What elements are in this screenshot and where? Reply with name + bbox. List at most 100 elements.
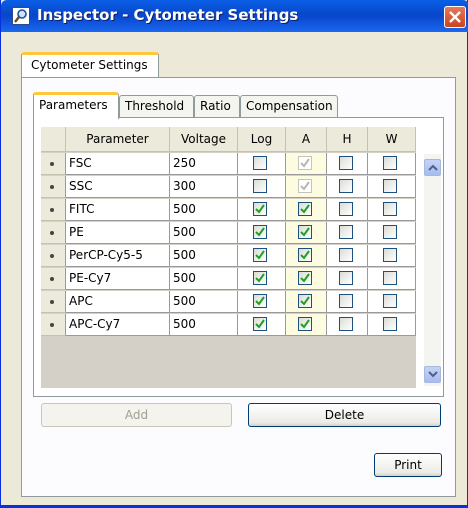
a-checkbox[interactable] [298, 317, 312, 331]
row-header[interactable] [41, 153, 66, 175]
row-bullet-icon [50, 300, 54, 304]
log-checkbox[interactable] [253, 248, 267, 262]
h-checkbox[interactable] [339, 179, 353, 193]
h-checkbox[interactable] [339, 271, 353, 285]
a-checkbox[interactable] [298, 179, 312, 193]
column-header-log[interactable]: Log [238, 127, 286, 152]
log-cell [238, 153, 286, 175]
row-bullet-icon [50, 185, 54, 189]
log-checkbox[interactable] [253, 202, 267, 216]
row-bullet-icon [50, 277, 54, 281]
scroll-down-button[interactable] [424, 366, 441, 383]
parameter-cell[interactable]: FITC [66, 199, 170, 221]
w-checkbox[interactable] [383, 202, 397, 216]
a-checkbox[interactable] [298, 248, 312, 262]
add-button[interactable]: Add [41, 403, 232, 427]
h-cell [327, 245, 368, 267]
scroll-up-button[interactable] [424, 159, 441, 176]
tab-threshold[interactable]: Threshold [119, 95, 194, 118]
tab-cytometer-settings-label: Cytometer Settings [31, 58, 148, 72]
w-cell [368, 245, 416, 267]
voltage-cell[interactable]: 500 [170, 268, 238, 290]
w-cell [368, 222, 416, 244]
a-cell [286, 176, 327, 198]
delete-button[interactable]: Delete [248, 403, 441, 427]
log-checkbox[interactable] [253, 271, 267, 285]
voltage-cell[interactable]: 500 [170, 222, 238, 244]
a-cell [286, 199, 327, 221]
print-button[interactable]: Print [374, 453, 442, 477]
log-checkbox[interactable] [253, 317, 267, 331]
a-checkbox[interactable] [298, 156, 312, 170]
title-bar[interactable]: Inspector - Cytometer Settings [1, 0, 468, 32]
w-checkbox[interactable] [383, 271, 397, 285]
tab-threshold-label: Threshold [125, 99, 185, 113]
h-cell [327, 199, 368, 221]
voltage-cell[interactable]: 300 [170, 176, 238, 198]
log-checkbox[interactable] [253, 294, 267, 308]
column-header-voltage[interactable]: Voltage [170, 127, 238, 152]
close-button[interactable] [444, 6, 466, 28]
tab-parameters[interactable]: Parameters [33, 92, 119, 119]
h-checkbox[interactable] [339, 225, 353, 239]
a-checkbox[interactable] [298, 271, 312, 285]
tab-compensation[interactable]: Compensation [240, 95, 338, 118]
parameter-cell[interactable]: APC-Cy7 [66, 314, 170, 336]
parameter-cell[interactable]: PerCP-Cy5-5 [66, 245, 170, 267]
row-header[interactable] [41, 268, 66, 290]
w-checkbox[interactable] [383, 317, 397, 331]
h-cell [327, 291, 368, 313]
row-header[interactable] [41, 245, 66, 267]
log-cell [238, 245, 286, 267]
column-header-w[interactable]: W [368, 127, 416, 152]
vertical-scrollbar[interactable] [424, 154, 441, 386]
column-header-parameter[interactable]: Parameter [66, 127, 170, 152]
tab-ratio[interactable]: Ratio [194, 95, 240, 118]
voltage-cell[interactable]: 500 [170, 199, 238, 221]
log-checkbox[interactable] [253, 156, 267, 170]
inspector-magnifier-icon [12, 7, 30, 25]
inspector-window: Inspector - Cytometer Settings Cytometer… [0, 0, 468, 508]
w-checkbox[interactable] [383, 294, 397, 308]
w-checkbox[interactable] [383, 248, 397, 262]
a-cell [286, 291, 327, 313]
a-checkbox[interactable] [298, 202, 312, 216]
h-checkbox[interactable] [339, 317, 353, 331]
w-checkbox[interactable] [383, 179, 397, 193]
tab-ratio-label: Ratio [200, 99, 231, 113]
h-checkbox[interactable] [339, 156, 353, 170]
log-cell [238, 199, 286, 221]
log-cell [238, 314, 286, 336]
voltage-cell[interactable]: 500 [170, 314, 238, 336]
a-checkbox[interactable] [298, 294, 312, 308]
parameter-cell[interactable]: APC [66, 291, 170, 313]
log-checkbox[interactable] [253, 225, 267, 239]
w-checkbox[interactable] [383, 225, 397, 239]
column-header-a[interactable]: A [286, 127, 327, 152]
voltage-cell[interactable]: 500 [170, 291, 238, 313]
row-header[interactable] [41, 291, 66, 313]
row-header[interactable] [41, 176, 66, 198]
a-cell [286, 268, 327, 290]
row-header[interactable] [41, 314, 66, 336]
voltage-cell[interactable]: 500 [170, 245, 238, 267]
w-cell [368, 176, 416, 198]
parameter-cell[interactable]: PE [66, 222, 170, 244]
parameter-cell[interactable]: FSC [66, 153, 170, 175]
log-checkbox[interactable] [253, 179, 267, 193]
w-cell [368, 153, 416, 175]
voltage-cell[interactable]: 250 [170, 153, 238, 175]
a-checkbox[interactable] [298, 225, 312, 239]
parameter-cell[interactable]: PE-Cy7 [66, 268, 170, 290]
row-header[interactable] [41, 222, 66, 244]
tab-cytometer-settings[interactable]: Cytometer Settings [21, 52, 159, 78]
h-cell [327, 268, 368, 290]
w-checkbox[interactable] [383, 156, 397, 170]
h-checkbox[interactable] [339, 248, 353, 262]
row-header[interactable] [41, 199, 66, 221]
column-header-h[interactable]: H [327, 127, 368, 152]
parameter-cell[interactable]: SSC [66, 176, 170, 198]
h-checkbox[interactable] [339, 294, 353, 308]
h-checkbox[interactable] [339, 202, 353, 216]
log-cell [238, 268, 286, 290]
